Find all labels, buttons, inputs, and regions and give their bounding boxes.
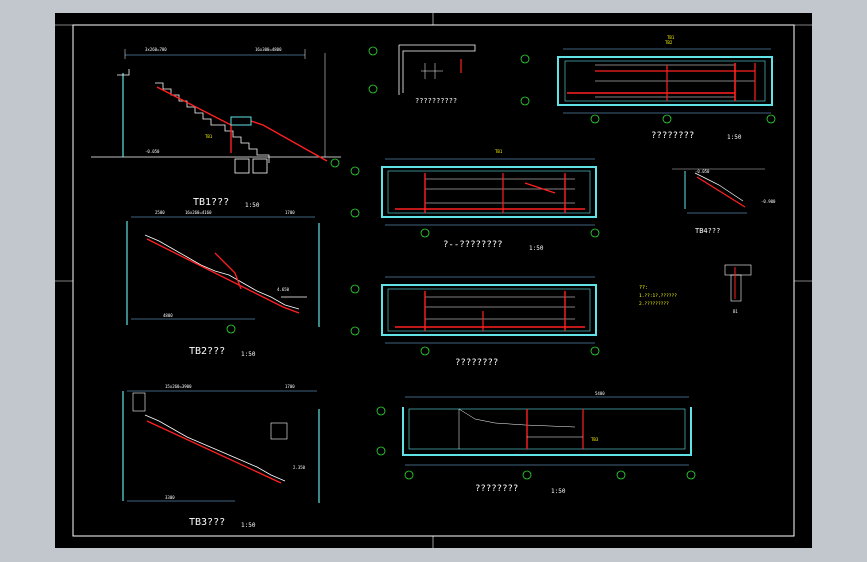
plan-bottom-title: ???????? (475, 484, 518, 494)
stair-plan-1: TB1 (350, 149, 600, 238)
tb3-title: TB3??? (189, 517, 225, 528)
tb1-scale: 1:50 (245, 202, 260, 209)
svg-text:B1: B1 (733, 309, 738, 314)
tb4-title: TB4??? (695, 227, 720, 235)
svg-text:TB1: TB1 (495, 149, 503, 154)
tb1-section-drawing: 3x260=780 16x300=4800 TB1 -0.050 (91, 47, 341, 174)
tb2-section-drawing: 2500 16x260=4160 1700 4.650 (126, 210, 320, 334)
plan-top-right-scale: 1:50 (727, 134, 742, 141)
plan-top-right-title: ???????? (651, 131, 694, 141)
column-detail-drawing: B1 (724, 264, 752, 314)
notes-label: ??: (639, 285, 648, 291)
svg-text:2.350: 2.350 (293, 465, 306, 470)
svg-text:16x260=4160: 16x260=4160 (185, 210, 212, 215)
svg-text:-0.050: -0.050 (695, 169, 710, 174)
plan-bottom-scale: 1:50 (551, 488, 566, 495)
stair-plan-2 (350, 276, 600, 356)
tb1-title: TB1??? (193, 197, 229, 208)
tb2-scale: 1:50 (241, 351, 256, 358)
svg-text:TB2: TB2 (665, 40, 673, 45)
svg-text:3x260=780: 3x260=780 (145, 47, 167, 52)
plan-2-title: ???????? (455, 358, 498, 368)
tb2-span-dimension: 4800 (163, 313, 173, 318)
stair-plan-bottom: TB3 (376, 396, 696, 480)
tb4-section-drawing: -0.050 -0.900 (672, 168, 776, 214)
svg-text:1700: 1700 (285, 210, 295, 215)
svg-text:TB3: TB3 (591, 437, 599, 442)
svg-text:15x260=3900: 15x260=3900 (165, 384, 192, 389)
plan-bottom-dimension: 5400 (595, 391, 605, 396)
stair-plan-top-right: TB1 TB2 (520, 35, 776, 124)
note-line-1: 1.??:1?,?????? (639, 293, 677, 299)
svg-text:TB1: TB1 (205, 134, 213, 139)
tb3-section-drawing: 15x260=3900 1700 2.350 (122, 384, 320, 503)
svg-text:-0.900: -0.900 (761, 199, 776, 204)
tb3-span-dimension: 3300 (165, 495, 175, 500)
svg-text:4.650: 4.650 (277, 287, 290, 292)
svg-text:-0.050: -0.050 (145, 149, 160, 154)
tb2-title: TB2??? (189, 346, 225, 357)
cad-canvas: 3x260=780 16x300=4800 TB1 -0.050 TB1??? … (55, 13, 812, 548)
drawing-sheet: 3x260=780 16x300=4800 TB1 -0.050 TB1??? … (55, 13, 812, 548)
tb3-scale: 1:50 (241, 522, 256, 529)
note-line-2: 2.????????? (639, 301, 669, 307)
plan-1-scale: 1:50 (529, 245, 544, 252)
landing-detail-drawing (368, 44, 476, 95)
svg-text:16x300=4800: 16x300=4800 (255, 47, 282, 52)
plan-1-title: ?--???????? (443, 240, 503, 250)
svg-text:1700: 1700 (285, 384, 295, 389)
svg-text:2500: 2500 (155, 210, 165, 215)
plan-top-middle-title: ?????????? (415, 97, 457, 105)
